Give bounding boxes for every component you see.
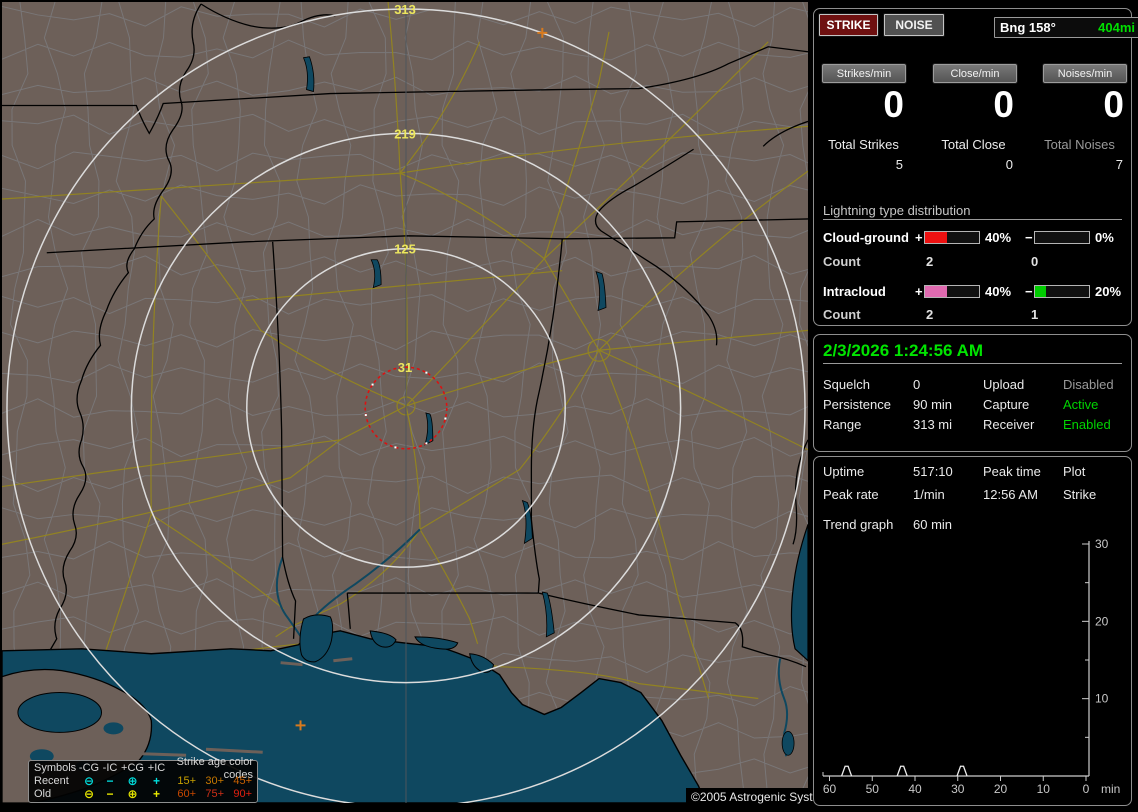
ring-label-31: 31 [398, 360, 412, 375]
svg-text:30: 30 [1095, 537, 1109, 551]
ic-minus-sign: − [1025, 284, 1033, 299]
total-strikes-label: Total Strikes [828, 137, 899, 152]
strike-toggle-button[interactable]: STRIKE [819, 14, 878, 36]
age-code-30plus: 30+ [205, 775, 224, 787]
range-value: 313 mi [913, 417, 953, 432]
ic-positive-bar [924, 285, 980, 298]
svg-text:40: 40 [908, 782, 922, 796]
bearing-readout: Bng 158° 404mi [994, 17, 1138, 38]
close-per-min-value: 0 [993, 84, 1014, 125]
svg-text:50: 50 [866, 782, 880, 796]
ic-negative-pct: 20% [1095, 284, 1122, 299]
persistence-label: Persistence [823, 397, 891, 412]
cg-negative-bar [1034, 231, 1090, 244]
ic-positive-count: 2 [926, 307, 934, 322]
map-canvas: 313 219 125 31 [2, 2, 808, 803]
ic-negative-bar [1034, 285, 1090, 298]
trend-graph: 60 50 40 30 20 10 0 min 10 20 30 [822, 537, 1120, 796]
receiver-label: Receiver [983, 417, 1035, 432]
squelch-label: Squelch [823, 377, 870, 392]
total-noises-value: 7 [1115, 157, 1123, 172]
svg-text:60: 60 [823, 782, 837, 796]
strikes-per-min-value: 0 [883, 84, 904, 125]
close-per-min-button[interactable]: Close/min [933, 64, 1017, 83]
cg-positive-bar [924, 231, 980, 244]
age-code-90plus: 90+ [233, 788, 252, 800]
circle-plus-icon: ⊕ [127, 787, 138, 801]
total-close-label: Total Close [941, 137, 1006, 152]
ic-count-label: Count [823, 307, 861, 322]
lightning-map[interactable]: 313 219 125 31 Symbols -CG -IC +CG +IC Stri… [2, 2, 841, 807]
receiver-status: Enabled [1063, 417, 1111, 432]
bearing-value: Bng 158° [1000, 20, 1056, 35]
cloud-ground-label: Cloud-ground [823, 230, 909, 245]
ic-negative-count: 1 [1031, 307, 1039, 322]
circle-minus-icon: ⊖ [83, 787, 95, 801]
noises-per-min-value: 0 [1103, 84, 1124, 125]
minus-icon: − [106, 787, 114, 801]
legend-symbols-header: Symbols [34, 762, 77, 774]
range-label: Range [823, 417, 862, 432]
legend-rows: Recent ⊖ − ⊕ +15+ 30+ 45+ Old ⊖ − ⊕ +60+ 75+ 90+ [31, 775, 255, 801]
cg-negative-pct: 0% [1095, 230, 1114, 245]
strike-stats-box: STRIKE NOISE Bng 158° 404mi Strikes/min … [813, 8, 1138, 326]
time-status-box: 2/3/2026 1:24:56 AM Squelch 0 Upload Dis… [813, 334, 1132, 452]
ring-label-313: 313 [394, 2, 416, 17]
ic-positive-pct: 40% [985, 284, 1012, 299]
distribution-title: Lightning type distribution [823, 203, 971, 218]
legend-header-row: Symbols -CG -IC +CG +IC Strike age color… [31, 756, 255, 781]
svg-text:min: min [1101, 782, 1120, 796]
plus-icon: + [152, 787, 160, 801]
squelch-value: 0 [913, 377, 921, 392]
legend-row-recent: Recent ⊖ − ⊕ +15+ 30+ 45+ [31, 775, 255, 788]
age-code-75plus: 75+ [205, 788, 224, 800]
uptime-trend-box: Uptime 517:10 Peak time Plot Peak rate 1… [813, 456, 1132, 806]
ring-label-125: 125 [394, 242, 416, 257]
intracloud-label: Intracloud [823, 284, 886, 299]
age-code-15plus: 15+ [177, 775, 196, 787]
strikes-per-min-button[interactable]: Strikes/min [822, 64, 906, 83]
total-strikes-value: 5 [895, 157, 903, 172]
cg-positive-count: 2 [926, 254, 934, 269]
cg-positive-pct: 40% [985, 230, 1012, 245]
age-code-45plus: 45+ [233, 775, 252, 787]
age-code-60plus: 60+ [177, 788, 196, 800]
persistence-value: 90 min [913, 397, 953, 412]
datetime-underline [823, 363, 1122, 364]
total-noises-label: Total Noises [1044, 137, 1115, 152]
total-close-value: 0 [1005, 157, 1013, 172]
svg-text:30: 30 [951, 782, 965, 796]
svg-text:10: 10 [1037, 782, 1051, 796]
ic-plus-sign: + [915, 284, 923, 299]
datetime-display: 2/3/2026 1:24:56 AM [823, 341, 984, 360]
svg-text:20: 20 [1095, 614, 1109, 628]
symbol-legend: Symbols -CG -IC +CG +IC Strike age color… [28, 756, 258, 803]
legend-age-label: Recent [34, 775, 69, 787]
distribution-underline [823, 219, 1122, 220]
noise-toggle-button[interactable]: NOISE [884, 14, 944, 36]
bearing-distance: 404mi [1098, 20, 1135, 35]
upload-status: Disabled [1063, 377, 1114, 392]
upload-label: Upload [983, 377, 1025, 392]
cg-count-label: Count [823, 254, 861, 269]
cg-plus-sign: + [915, 230, 923, 245]
cg-negative-count: 0 [1031, 254, 1039, 269]
cg-minus-sign: − [1025, 230, 1033, 245]
capture-label: Capture [983, 397, 1030, 412]
legend-row-old: Old ⊖ − ⊕ +60+ 75+ 90+ [31, 788, 255, 801]
legend-age-label: Old [34, 788, 52, 800]
noises-per-min-button[interactable]: Noises/min [1043, 64, 1127, 83]
svg-text:10: 10 [1095, 692, 1109, 706]
capture-status: Active [1063, 397, 1099, 412]
ring-label-219: 219 [394, 126, 416, 141]
svg-text:20: 20 [994, 782, 1008, 796]
svg-text:0: 0 [1083, 782, 1090, 796]
